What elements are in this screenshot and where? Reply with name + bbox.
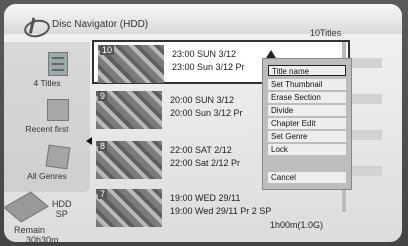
title-row[interactable]: 7 19:00 WED 29/11 19:00 Wed 29/11 Pr 2 S… <box>92 186 346 230</box>
context-menu: Title name Set Thumbnail Erase Section D… <box>262 58 352 190</box>
sidebar-item-sort[interactable]: Recent first <box>8 124 86 134</box>
list-icon <box>48 52 68 76</box>
hdd-label: HDD <box>52 199 72 209</box>
sidebar-item-genre[interactable]: All Genres <box>8 171 86 181</box>
mode-label: SP <box>55 209 68 219</box>
title-number: 9 <box>98 91 108 101</box>
menu-item-cancel[interactable]: Cancel <box>268 172 346 183</box>
sort-icon <box>47 99 69 121</box>
menu-pointer-icon <box>266 50 276 58</box>
title-number: 8 <box>98 141 108 151</box>
title-duration: 1h00m(1.0G) <box>270 220 324 230</box>
app-title: Disc Navigator (HDD) <box>52 19 149 30</box>
remain-label: Remain <box>14 225 46 235</box>
sidebar-item-titles[interactable]: 4 Titles <box>8 78 86 88</box>
title-line2: 20:00 Sun 3/12 Pr <box>170 108 243 118</box>
side-bar <box>348 58 382 68</box>
menu-item-erase-section[interactable]: Erase Section <box>268 92 346 103</box>
menu-item-divide[interactable]: Divide <box>268 105 346 116</box>
title-line1: 19:00 WED 29/11 <box>170 193 241 203</box>
genre-icon <box>45 144 71 170</box>
menu-item-set-genre[interactable]: Set Genre <box>268 131 346 142</box>
side-bar <box>348 166 382 176</box>
remain-info: Remain 30h30m <box>14 225 59 245</box>
title-number: 10 <box>100 45 115 55</box>
remain-value: 30h30m <box>26 235 59 245</box>
title-line2: 19:00 Wed 29/11 Pr 2 SP <box>170 206 272 216</box>
titles-count: 10Titles <box>310 28 342 38</box>
title-line1: 22:00 SAT 2/12 <box>170 145 232 155</box>
title-line1: 20:00 SUN 3/12 <box>170 95 235 105</box>
menu-item-lock[interactable]: Lock <box>268 144 346 155</box>
menu-item-set-thumbnail[interactable]: Set Thumbnail <box>268 79 346 90</box>
side-bar <box>348 130 382 140</box>
title-line2: 23:00 Sun 3/12 Pr <box>172 62 245 72</box>
title-line1: 23:00 SUN 3/12 <box>172 49 237 59</box>
menu-item-title-name[interactable]: Title name <box>268 65 346 76</box>
hdd-mode: HDD SP <box>52 199 72 219</box>
title-line2: 22:00 Sat 2/12 Pr <box>170 158 241 168</box>
menu-item-chapter-edit[interactable]: Chapter Edit <box>268 118 346 129</box>
title-number: 7 <box>98 189 108 199</box>
side-bar <box>348 94 382 104</box>
